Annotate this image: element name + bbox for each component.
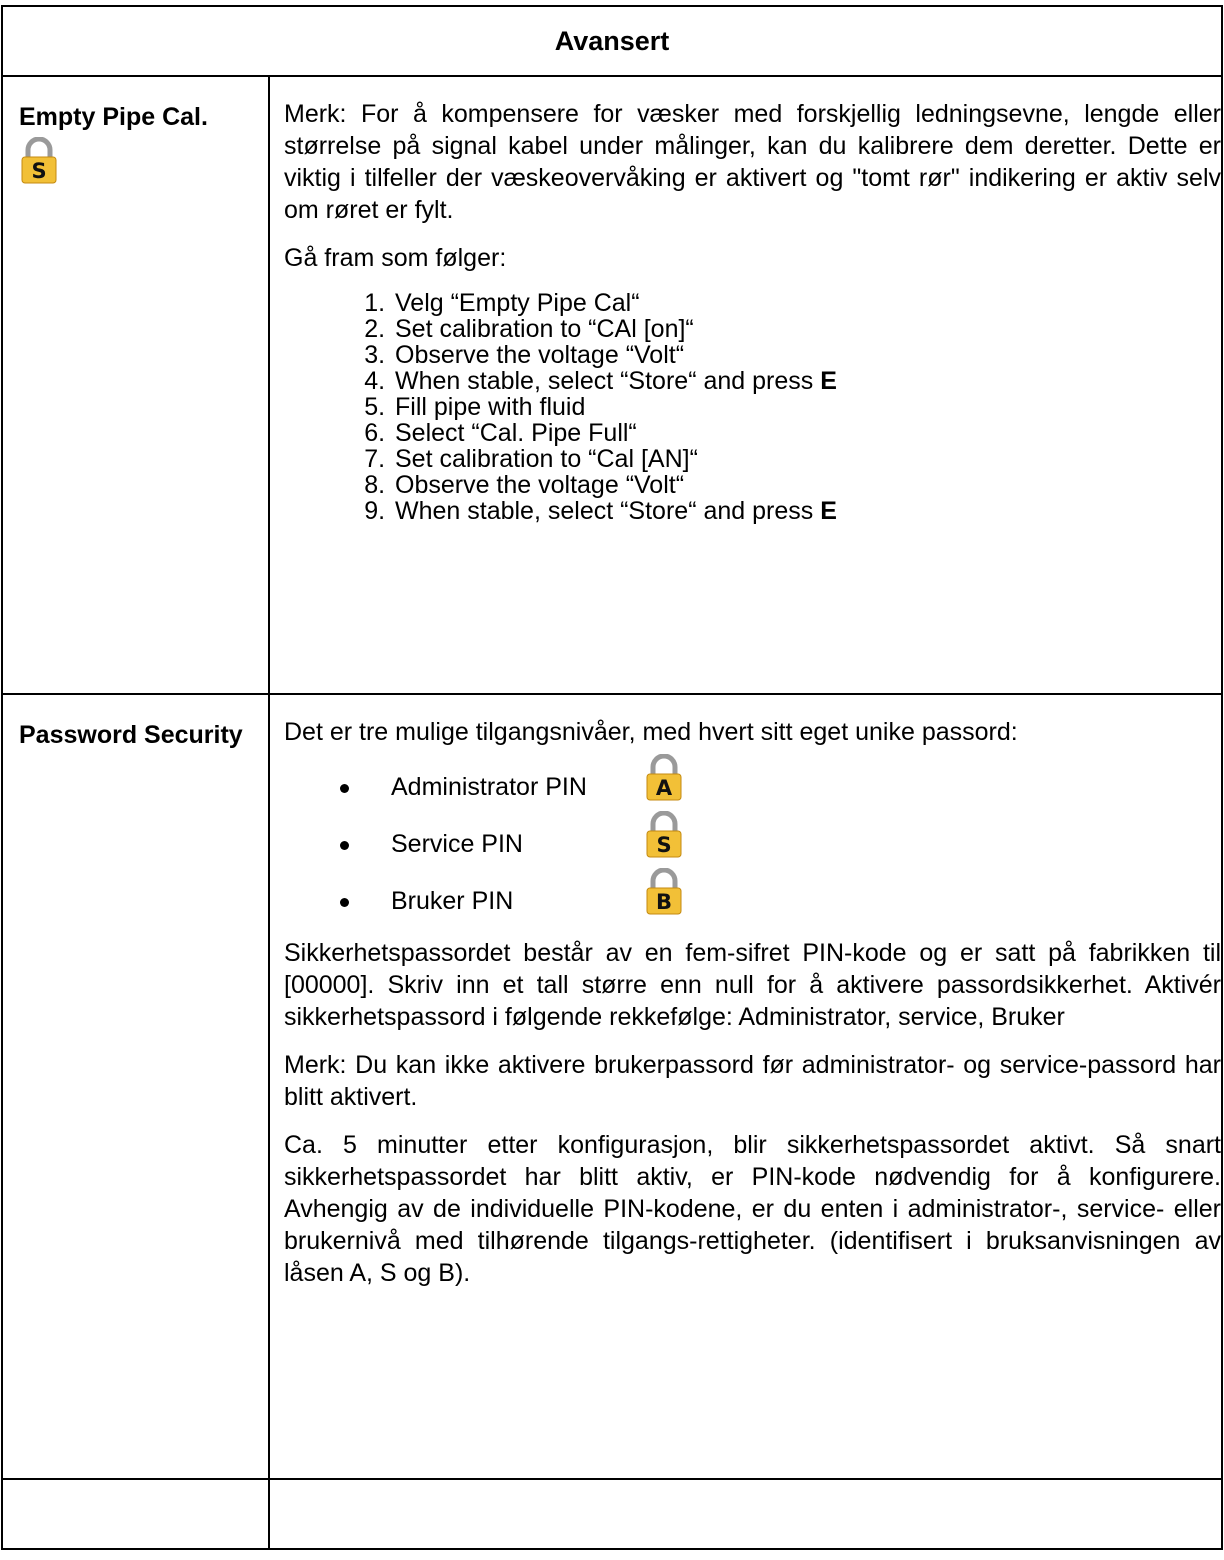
empty-cell-right [268, 1478, 1223, 1550]
bullet-icon [340, 784, 349, 793]
table-row-empty [1, 1478, 1223, 1550]
proceed-text: Gå fram som følger: [284, 244, 507, 272]
svg-text:A: A [656, 776, 673, 800]
pin-level-item: Administrator PIN A [284, 754, 1221, 815]
svg-text:S: S [656, 833, 671, 857]
calibration-step: When stable, select “Store“ and press E [392, 498, 1221, 524]
pin-level-label: Bruker PIN [391, 887, 514, 915]
svg-text:S: S [31, 159, 46, 183]
calibration-step: Select “Cal. Pipe Full“ [392, 420, 1221, 446]
calibration-step: When stable, select “Store“ and press E [392, 368, 1221, 394]
password-para-2: Merk: Du kan ikke aktivere brukerpassord… [284, 1051, 1221, 1111]
password-para-1: Sikkerhetspassordet består av en fem-sif… [284, 939, 1221, 1031]
lock-icon: A [644, 754, 684, 802]
calibration-step: Velg “Empty Pipe Cal“ [392, 290, 1221, 316]
service-lock-icon: S [19, 137, 258, 185]
password-para-3: Ca. 5 minutter etter konfigurasjon, blir… [284, 1131, 1221, 1287]
calibration-step: Observe the voltage “Volt“ [392, 342, 1221, 368]
bullet-icon [340, 841, 349, 850]
advanced-settings-table: Avansert Empty Pipe Cal. S Merk: For å k… [1, 5, 1223, 1550]
key-label: E [820, 497, 837, 525]
calibration-step: Fill pipe with fluid [392, 394, 1221, 420]
table-header: Avansert [1, 5, 1223, 77]
calibration-step: Set calibration to “Cal [AN]“ [392, 446, 1221, 472]
empty-pipe-name: Empty Pipe Cal. [19, 103, 208, 131]
document-page: Avansert Empty Pipe Cal. S Merk: For å k… [0, 0, 1224, 1560]
lock-icon: S [644, 811, 684, 859]
empty-cell-left [1, 1478, 270, 1550]
calibration-steps-list: Velg “Empty Pipe Cal“Set calibration to … [284, 290, 1221, 524]
key-label: E [820, 367, 837, 395]
pin-level-item: Bruker PIN B [284, 868, 1221, 929]
empty-pipe-content: Merk: For å kompensere for væsker med fo… [268, 75, 1223, 695]
row-name-cell: Empty Pipe Cal. S [1, 75, 270, 695]
pin-level-item: Service PIN S [284, 811, 1221, 872]
svg-text:B: B [656, 890, 672, 914]
password-security-name: Password Security [19, 721, 243, 749]
pin-levels-list: Administrator PIN A Service PIN S Bruker PIN… [284, 754, 1221, 929]
table-row-empty-pipe: Empty Pipe Cal. S Merk: For å kompensere… [1, 75, 1223, 695]
calibration-step: Observe the voltage “Volt“ [392, 472, 1221, 498]
pin-level-label: Service PIN [391, 830, 523, 858]
password-content: Det er tre mulige tilgangsnivåer, med hv… [268, 693, 1223, 1480]
empty-pipe-intro: Merk: For å kompensere for væsker med fo… [284, 100, 1221, 224]
bullet-icon [340, 898, 349, 907]
row-name-cell: Password Security [1, 693, 270, 1480]
calibration-step: Set calibration to “CAl [on]“ [392, 316, 1221, 342]
table-row-password: Password Security Det er tre mulige tilg… [1, 693, 1223, 1480]
lock-icon: B [644, 868, 684, 916]
pin-level-label: Administrator PIN [391, 773, 587, 801]
password-intro: Det er tre mulige tilgangsnivåer, med hv… [284, 718, 1018, 746]
